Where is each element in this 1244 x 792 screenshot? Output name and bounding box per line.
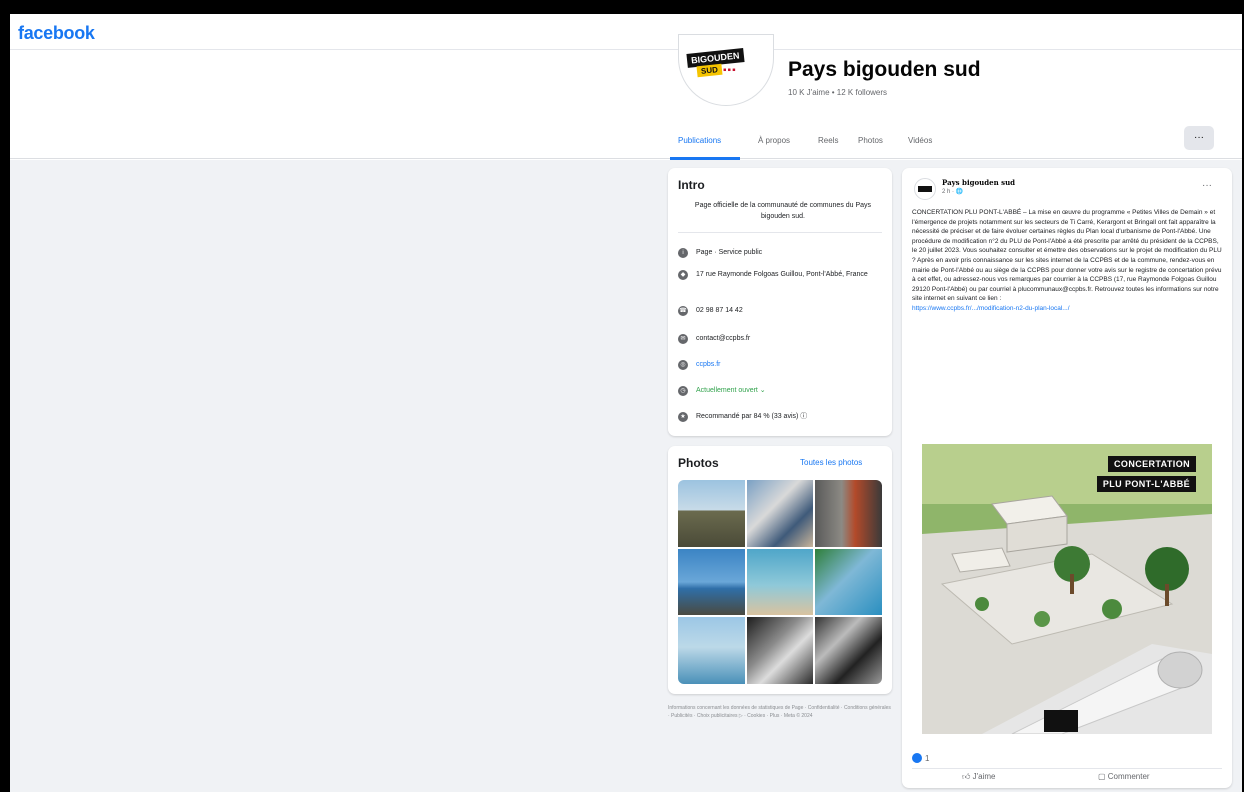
tab-videos[interactable]: Vidéos [908,136,932,145]
thumbs-up-icon: 👍︎ [962,772,973,781]
comment-icon: ▢ [1098,772,1108,781]
photo-thumbnail[interactable] [678,617,745,684]
intro-description: Page officielle de la communauté de comm… [694,202,872,220]
photos-title: Photos [678,456,719,470]
page-title: Pays bigouden sud [788,58,981,81]
clock-icon: ◷ [678,386,688,396]
info-text: Page · Service public [696,249,763,256]
info-row-hours: ◷ Actuellement ouvert ⌄ [678,386,872,396]
post-text: CONCERTATION PLU PONT-L'ABBÉ – La mise e… [912,209,1222,303]
info-text[interactable]: Recommandé par 84 % (33 avis) ⓘ [696,412,872,422]
facebook-logo[interactable]: facebook [18,23,95,44]
phone-icon: ☎ [678,306,688,316]
reaction-summary[interactable]: 1 [912,753,929,763]
reaction-count: 1 [925,753,930,763]
image-caption-2: PLU PONT-L'ABBÉ [1096,476,1196,492]
tab-about[interactable]: À propos [758,136,790,145]
post-timestamp[interactable]: 2 h · 🌐 [942,188,963,195]
page-stats[interactable]: 10 K J'aime • 12 K followers [788,88,887,97]
more-options-button[interactable]: ··· [1184,126,1214,150]
info-row-rating: ★ Recommandé par 84 % (33 avis) ⓘ [678,412,872,422]
comment-label: Commenter [1107,772,1150,781]
photo-thumbnail[interactable] [678,480,745,547]
logo-mark-icon: ▪▪▪ [723,65,737,76]
info-row-address: ◆ 17 rue Raymonde Folgoas Guillou, Pont-… [678,270,872,280]
intro-card: Intro Page officielle de la communauté d… [668,168,892,436]
avatar-logo-icon [918,186,932,192]
info-row-category: i Page · Service public [678,248,872,258]
tab-reels[interactable]: Reels [818,136,838,145]
info-icon: i [678,248,688,258]
like-button[interactable]: 👍︎ J'aime [962,772,995,782]
info-row-email: ✉ contact@ccpbs.fr [678,334,872,344]
bigouden-logo-icon [1044,710,1078,732]
like-reaction-icon [912,753,922,763]
post-body: CONCERTATION PLU PONT-L'ABBÉ – La mise e… [912,208,1222,314]
tab-photos[interactable]: Photos [858,136,883,145]
website-link[interactable]: ccpbs.fr [696,360,872,370]
photo-thumbnail[interactable] [815,548,882,616]
post-card: Pays bigouden sud 2 h · 🌐 ··· CONCERTATI… [902,168,1232,788]
divider [678,232,882,233]
photo-thumbnail[interactable] [746,480,814,547]
location-icon: ◆ [678,270,688,280]
hours-dropdown[interactable]: Actuellement ouvert ⌄ [696,386,872,396]
photo-thumbnail[interactable] [746,548,814,616]
web-icon: ◎ [678,360,688,370]
info-text[interactable]: 17 rue Raymonde Folgoas Guillou, Pont-l'… [696,270,872,280]
page-tabs: Publications À propos Reels Photos Vidéo… [670,126,1242,160]
email-icon: ✉ [678,334,688,344]
top-bar: facebook [10,14,1242,50]
photo-thumbnail[interactable] [815,617,882,684]
photos-grid [678,480,882,684]
browser-frame: facebook BIGOUDEN SUD ▪▪▪ Pays bigouden … [10,14,1242,792]
info-row-website: ◎ ccpbs.fr [678,360,872,370]
divider [912,768,1222,769]
post-author[interactable]: Pays bigouden sud [942,178,1015,187]
post-author-avatar[interactable] [914,178,936,200]
photo-thumbnail[interactable] [746,617,814,684]
comment-button[interactable]: ▢ Commenter [1098,772,1150,781]
post-link[interactable]: https://www.ccpbs.fr/.../modification-n2… [912,305,1070,312]
footer-links[interactable]: Informations concernant les données de s… [668,704,892,720]
see-all-photos-link[interactable]: Toutes les photos [800,458,862,467]
photos-card: Photos Toutes les photos [668,446,892,694]
image-caption-1: CONCERTATION [1108,456,1196,472]
post-menu-button[interactable]: ··· [1202,180,1212,191]
active-tab-indicator [670,157,740,160]
info-text: 02 98 87 14 42 [696,307,743,314]
tab-publications[interactable]: Publications [678,136,721,145]
star-icon: ★ [678,412,688,422]
post-image[interactable]: CONCERTATION PLU PONT-L'ABBÉ [922,444,1212,734]
photo-thumbnail[interactable] [678,548,745,616]
intro-title: Intro [678,178,705,192]
info-row-phone: ☎ 02 98 87 14 42 [678,306,872,316]
logo-sub-text: SUD [696,63,723,78]
info-text[interactable]: contact@ccpbs.fr [696,334,872,344]
like-label: J'aime [972,772,996,781]
photo-thumbnail[interactable] [815,480,882,547]
